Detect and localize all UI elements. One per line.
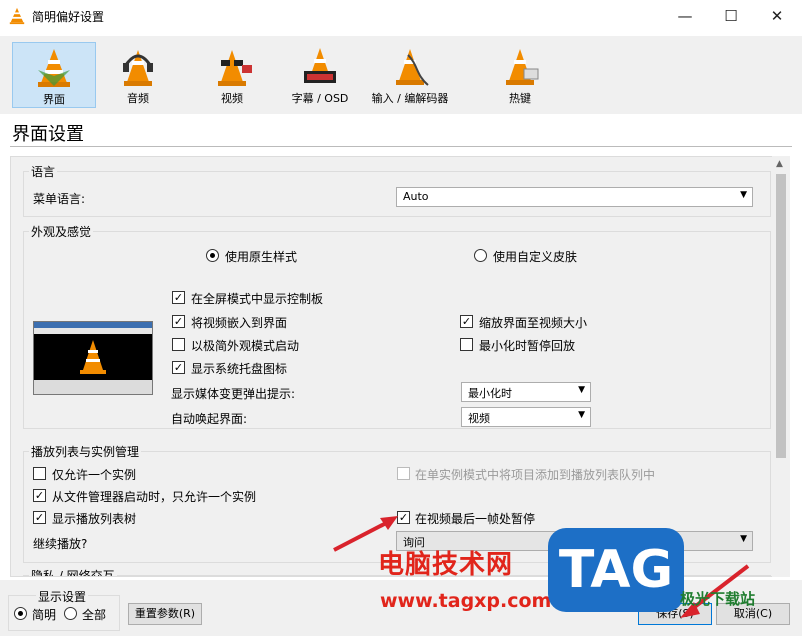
watermark-url: www.tagxp.com — [380, 590, 552, 612]
watermark-site-name: 电脑技术网 — [378, 550, 514, 580]
watermark-logo: TAG — [548, 528, 684, 612]
watermark-site2: 极光下载站 — [680, 590, 756, 608]
